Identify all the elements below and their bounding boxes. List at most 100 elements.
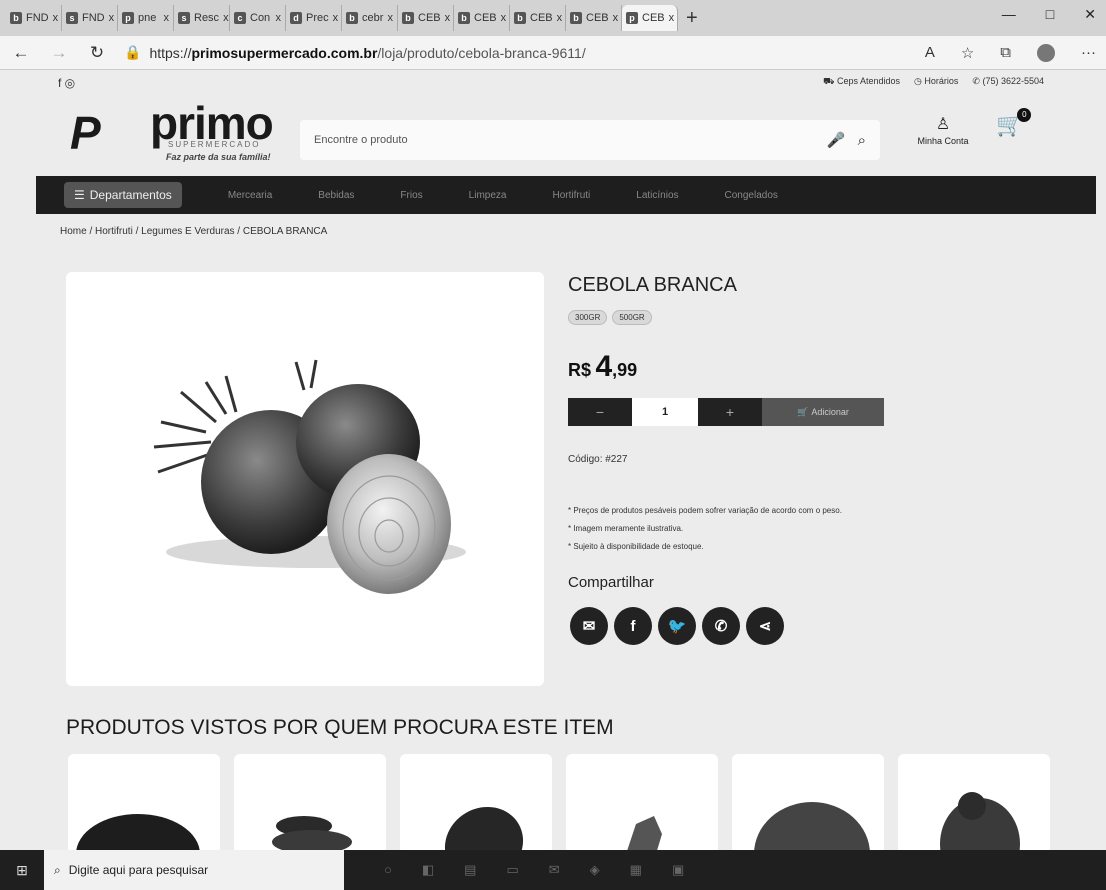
related-product-card[interactable] (68, 754, 220, 854)
close-tab-icon[interactable]: x (388, 12, 394, 24)
related-product-card[interactable] (898, 754, 1050, 854)
tab-favicon-icon: p (122, 12, 134, 24)
variant-option[interactable]: 300GR (568, 310, 608, 325)
more-menu-icon[interactable]: ··· (1081, 44, 1096, 61)
browser-tab[interactable]: b CEB x (510, 5, 566, 31)
product-search[interactable]: Encontre o produto 🎤 ⌕ (300, 120, 880, 160)
back-icon[interactable]: ← (10, 43, 32, 63)
search-icon[interactable]: ⌕ (858, 132, 866, 149)
close-tab-icon[interactable]: x (613, 12, 619, 24)
browser-tab[interactable]: b CEB x (566, 5, 622, 31)
menu-item[interactable]: Congelados (725, 190, 778, 201)
window-controls: — □ ✕ (1002, 6, 1096, 23)
variant-option[interactable]: 500GR (612, 310, 652, 325)
product-thumbnail (940, 792, 1020, 854)
tab-favicon-icon: b (402, 12, 414, 24)
app-icon[interactable]: ▤ (464, 862, 476, 878)
app-icon[interactable]: ▭ (506, 862, 518, 878)
cart-button[interactable]: 🛒 0 (996, 108, 1032, 138)
menu-item[interactable]: Laticínios (636, 190, 678, 201)
app-icon[interactable]: ▦ (630, 862, 642, 878)
menu-item[interactable]: Mercearia (228, 190, 272, 201)
browser-tab[interactable]: s FND x (62, 5, 118, 31)
browser-tab[interactable]: b CEB x (454, 5, 510, 31)
menu-item[interactable]: Hortifruti (552, 190, 590, 201)
product-price: R$ 4,99 (568, 350, 638, 383)
related-product-card[interactable] (234, 754, 386, 854)
reload-icon[interactable]: ↻ (86, 43, 108, 63)
browser-tab[interactable]: b FND x (6, 5, 62, 31)
increase-quantity-button[interactable]: + (698, 398, 762, 426)
product-thumbnail (626, 816, 662, 854)
browser-tab[interactable]: c Con x (230, 5, 286, 31)
close-tab-icon[interactable]: x (557, 12, 563, 24)
search-input[interactable]: Encontre o produto (314, 134, 815, 146)
minimize-icon[interactable]: — (1002, 6, 1016, 23)
taskbar-search[interactable]: ⌕ Digite aqui para pesquisar (44, 850, 344, 890)
related-product-card[interactable] (400, 754, 552, 854)
address-bar: ← → ↻ 🔒 https://primosupermercado.com.br… (0, 36, 1106, 70)
related-product-card[interactable] (732, 754, 884, 854)
departments-button[interactable]: ☰ Departamentos (64, 182, 182, 208)
tab-favicon-icon: b (570, 12, 582, 24)
browser-tab[interactable]: p pne x (118, 5, 174, 31)
add-to-cart-button[interactable]: 🛒 Adicionar (762, 398, 884, 426)
product-thumbnail (444, 806, 524, 854)
site-logo[interactable]: P primo SUPERMERCADO Faz parte da sua fa… (70, 97, 290, 166)
close-tab-icon[interactable]: x (53, 12, 59, 24)
maximize-icon[interactable]: □ (1046, 6, 1054, 23)
breadcrumb[interactable]: Home / Hortifruti / Legumes E Verduras /… (60, 226, 327, 237)
url-field[interactable]: 🔒 https://primosupermercado.com.br/loja/… (124, 44, 909, 61)
browser-tab[interactable]: d Prec x (286, 5, 342, 31)
browser-tab[interactable]: b CEB x (398, 5, 454, 31)
account-link[interactable]: ♙ Minha Conta (908, 114, 978, 146)
close-tab-icon[interactable]: x (669, 12, 675, 24)
facebook-share-icon[interactable]: f (614, 607, 652, 645)
close-tab-icon[interactable]: x (164, 12, 170, 24)
task-view-icon[interactable]: ○ (384, 862, 392, 878)
phone-link[interactable]: ✆ (75) 3622-5504 (972, 76, 1044, 88)
close-tab-icon[interactable]: x (501, 12, 507, 24)
tab-favicon-icon: b (458, 12, 470, 24)
tab-label: CEB (474, 12, 497, 24)
tab-favicon-icon: b (346, 12, 358, 24)
menu-item[interactable]: Bebidas (318, 190, 354, 201)
close-window-icon[interactable]: ✕ (1084, 6, 1096, 23)
close-tab-icon[interactable]: x (109, 12, 115, 24)
close-tab-icon[interactable]: x (333, 12, 339, 24)
app-icon[interactable]: ◈ (590, 862, 600, 878)
twitter-share-icon[interactable]: 🐦 (658, 607, 696, 645)
delivery-areas-link[interactable]: ⛟ Ceps Atendidos (823, 76, 900, 88)
opening-hours-link[interactable]: ◷ Horários (914, 76, 958, 88)
menu-item[interactable]: Limpeza (469, 190, 507, 201)
browser-tab[interactable]: b cebr x (342, 5, 398, 31)
close-tab-icon[interactable]: x (445, 12, 451, 24)
read-aloud-icon[interactable]: A (925, 44, 935, 61)
menu-item[interactable]: Frios (400, 190, 422, 201)
app-icon[interactable]: ◧ (422, 862, 434, 878)
whatsapp-share-icon[interactable]: ✆ (702, 607, 740, 645)
decrease-quantity-button[interactable]: − (568, 398, 632, 426)
tab-favicon-icon: b (514, 12, 526, 24)
app-icon[interactable]: ▣ (672, 862, 684, 878)
quantity-field[interactable]: 1 (632, 398, 698, 426)
microphone-icon[interactable]: 🎤 (827, 131, 846, 149)
favorites-icon[interactable]: ☆ (961, 44, 974, 62)
app-icon[interactable]: ✉ (549, 862, 560, 878)
url-scheme: https:// (149, 44, 192, 61)
email-share-icon[interactable]: ✉ (570, 607, 608, 645)
profile-avatar[interactable] (1037, 43, 1055, 62)
close-tab-icon[interactable]: x (276, 12, 282, 24)
logo-mark-icon: P (70, 107, 101, 159)
windows-start-icon[interactable]: ⊞ (0, 850, 44, 890)
forward-icon[interactable]: → (48, 43, 70, 63)
share-icon[interactable]: ⋖ (746, 607, 784, 645)
browser-tab[interactable]: s Resc x (174, 5, 230, 31)
browser-tab[interactable]: p CEB x (622, 5, 678, 31)
new-tab-button[interactable]: + (686, 7, 698, 30)
department-menu: ☰ Departamentos Mercearia Bebidas Frios … (36, 176, 1096, 214)
close-tab-icon[interactable]: x (223, 12, 229, 24)
collections-icon[interactable]: ⧉ (1000, 44, 1011, 61)
related-product-card[interactable] (566, 754, 718, 854)
social-links[interactable]: f ◎ (58, 76, 75, 90)
